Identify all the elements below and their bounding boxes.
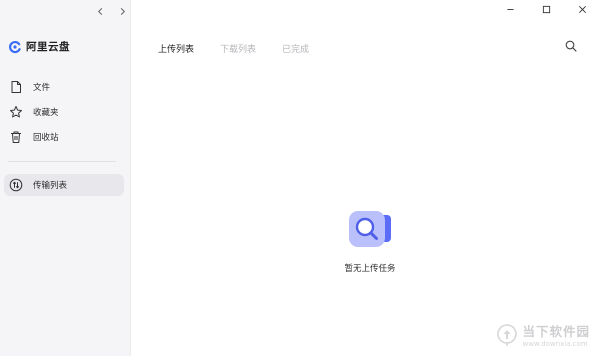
sidebar: 阿里云盘 文件 收藏夹 回收站 传输列表 <box>0 0 131 356</box>
watermark: 当下软件园 www.downxia.com <box>497 321 590 348</box>
watermark-url: www.downxia.com <box>522 340 588 348</box>
watermark-text: 当下软件园 www.downxia.com <box>522 321 590 348</box>
star-icon <box>9 105 23 119</box>
watermark-logo-icon <box>497 323 518 346</box>
empty-magnifier-icon <box>347 209 393 249</box>
search-icon <box>565 40 577 52</box>
sidebar-item-transfer-list[interactable]: 传输列表 <box>4 174 124 196</box>
sidebar-item-label: 传输列表 <box>33 181 68 191</box>
maximize-icon <box>542 5 550 13</box>
back-button[interactable] <box>94 5 107 18</box>
transfer-icon <box>9 178 23 192</box>
history-nav <box>94 5 129 18</box>
transfer-tabs: 上传列表 下载列表 已完成 <box>158 42 309 55</box>
tab-download-list[interactable]: 下载列表 <box>220 42 256 55</box>
sidebar-divider <box>8 161 116 162</box>
search-button[interactable] <box>565 40 577 52</box>
empty-state: 暂无上传任务 <box>300 209 440 274</box>
maximize-button[interactable] <box>528 3 564 15</box>
watermark-name: 当下软件园 <box>522 324 590 339</box>
brand: 阿里云盘 <box>8 39 70 54</box>
close-button[interactable] <box>564 3 600 15</box>
sidebar-item-label: 回收站 <box>33 133 59 143</box>
tab-upload-list[interactable]: 上传列表 <box>158 42 194 55</box>
minimize-icon <box>506 8 514 10</box>
sidebar-item-favorites[interactable]: 收藏夹 <box>4 101 124 123</box>
sidebar-item-label: 收藏夹 <box>33 108 59 118</box>
chevron-left-icon <box>97 7 103 16</box>
trash-icon <box>9 130 23 144</box>
app-name: 阿里云盘 <box>26 41 70 53</box>
aliyun-drive-logo-icon <box>8 40 22 54</box>
sidebar-item-recycle-bin[interactable]: 回收站 <box>4 126 124 148</box>
tab-completed[interactable]: 已完成 <box>282 42 309 55</box>
window-controls <box>492 3 600 15</box>
chevron-right-icon <box>120 7 126 16</box>
minimize-button[interactable] <box>492 3 528 15</box>
empty-state-text: 暂无上传任务 <box>344 264 396 274</box>
forward-button[interactable] <box>116 5 129 18</box>
file-icon <box>9 80 23 94</box>
sidebar-item-label: 文件 <box>33 83 51 93</box>
sidebar-item-files[interactable]: 文件 <box>4 76 124 98</box>
close-icon <box>578 5 586 13</box>
